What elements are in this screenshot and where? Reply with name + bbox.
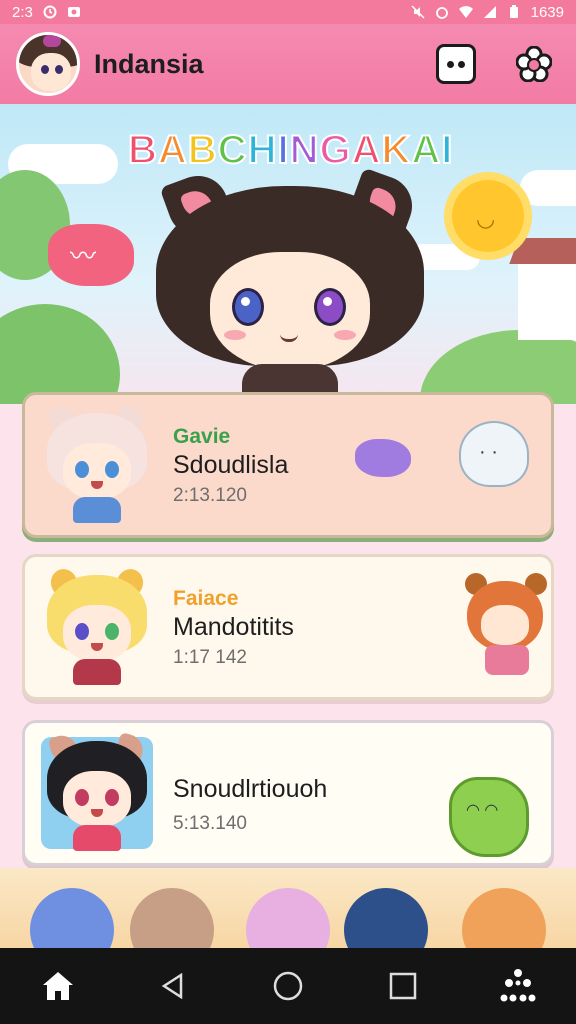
hero-title: BABCHINGAKAI [127, 127, 454, 173]
hero-title-letter: I [440, 127, 454, 173]
back-triangle-icon [161, 973, 183, 999]
hero-title-letter: A [351, 127, 382, 173]
cloud [520, 170, 576, 206]
hero-title-letter: A [410, 127, 442, 173]
back-button[interactable] [149, 962, 197, 1010]
chat-card[interactable]: Faiace Mandotitits 1:17 142 [22, 554, 554, 700]
status-bar: 2:3 1639 [0, 0, 576, 24]
user-avatar[interactable] [16, 32, 80, 96]
purple-cloud-icon [355, 439, 411, 477]
wifi-icon [458, 6, 473, 18]
sticker-blue-hat[interactable] [30, 888, 114, 948]
flower-icon [516, 46, 552, 82]
chat-card[interactable]: Snoudlrtiouoh 5:13.140 [22, 720, 554, 866]
sticker-orange-girl[interactable] [462, 888, 546, 948]
bush [0, 304, 120, 404]
pink-speech-icon [48, 224, 134, 286]
hero-title-letter: N [289, 127, 320, 173]
signal-icon [483, 6, 496, 18]
chat-time: 2:13.120 [173, 485, 247, 506]
mascot-character [150, 167, 430, 404]
sticker-brown-girl[interactable] [130, 888, 214, 948]
hero-title-letter: A [157, 127, 188, 173]
notification-icon [67, 7, 80, 17]
sun-icon [452, 180, 524, 252]
sticker-purple-bun[interactable] [246, 888, 330, 948]
chat-name: Snoudlrtiouoh [173, 775, 328, 803]
house [518, 260, 576, 340]
app-bar: Indansia [0, 24, 576, 104]
apps-grid-icon [500, 969, 536, 1002]
overview-button[interactable] [379, 962, 427, 1010]
chat-name: Mandotitits [173, 613, 294, 641]
status-time: 2:3 [12, 3, 33, 21]
circle-home-icon [273, 971, 303, 1001]
hero-title-letter: C [217, 127, 248, 173]
home-icon [42, 972, 73, 1000]
hero-title-letter: B [127, 127, 158, 173]
hero-title-letter: K [380, 127, 412, 173]
ghost-icon [459, 421, 529, 487]
sticker-blue-cat[interactable] [344, 888, 428, 948]
home-button[interactable] [34, 962, 82, 1010]
blonde-girl-avatar [39, 565, 155, 685]
chat-time: 5:13.140 [173, 813, 247, 834]
bear-girl-sticker [455, 569, 551, 689]
alarm-icon [43, 5, 57, 19]
hero-banner: BABCHINGAKAI [0, 104, 576, 404]
settings-button[interactable] [514, 44, 554, 84]
navigation-bar [0, 948, 576, 1024]
hero-title-letter: H [247, 127, 278, 173]
square-overview-icon [389, 972, 417, 1000]
sticker-strip [0, 868, 576, 948]
battery-icon [509, 5, 518, 18]
mute-icon [411, 5, 425, 19]
green-blob-sticker [449, 777, 529, 857]
hero-title-letter: B [187, 127, 218, 173]
cat-girl-avatar [39, 403, 155, 523]
home-circle-button[interactable] [264, 962, 312, 1010]
hero-title-letter: I [276, 127, 290, 173]
chat-subtitle: Faiace [173, 587, 239, 610]
apps-button[interactable] [494, 962, 542, 1010]
cat-boy-avatar [39, 731, 155, 851]
chat-card[interactable]: Gavie Sdoudlisla 2:13.120 [22, 392, 554, 538]
hero-title-letter: G [318, 127, 352, 173]
app-title: Indansia [94, 48, 204, 79]
status-clock: 1639 [530, 3, 564, 21]
chat-name: Sdoudlisla [173, 451, 289, 479]
chat-subtitle: Gavie [173, 425, 231, 448]
alarm-clock-icon [435, 7, 448, 19]
chat-button[interactable] [436, 44, 476, 84]
chat-time: 1:17 142 [173, 647, 247, 668]
